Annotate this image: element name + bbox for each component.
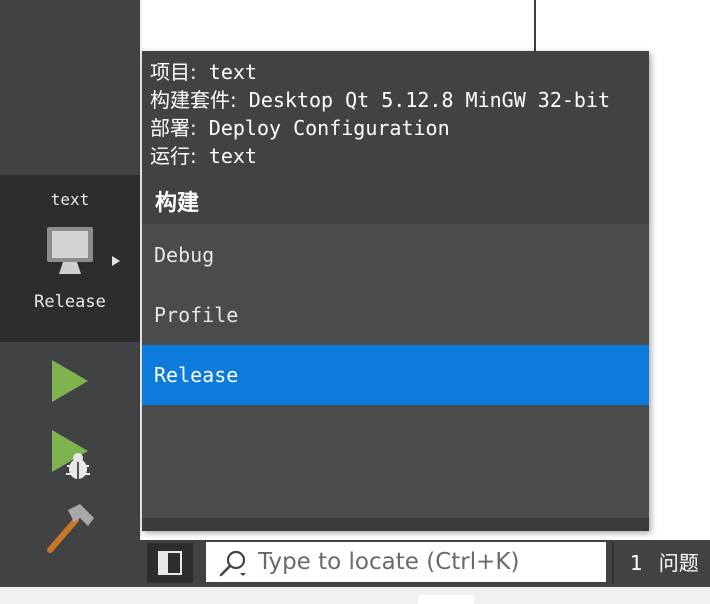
bottom-tab [418,595,474,604]
editor-divider [534,0,536,52]
search-icon [219,550,246,577]
build-section-title: 构建 [155,191,200,216]
target-build-label: Release [34,292,106,312]
build-config-release[interactable]: Release [142,345,649,405]
popup-bottom-bar [142,518,649,531]
build-config-debug[interactable]: Debug [142,225,649,285]
kit-target-selector[interactable]: text Release [0,178,140,342]
bottom-strip [0,587,710,604]
status-separator [612,542,614,584]
project-info-line: 项目: text [150,58,257,86]
kit-value: Desktop Qt 5.12.8 MinGW 32-bit [248,88,611,112]
debug-run-icon [52,430,90,479]
build-config-list: Debug Profile Release [142,225,649,405]
build-button[interactable] [40,500,100,560]
status-bar: 1 问题 [140,540,710,587]
popup-info-panel: 项目: text 构建套件: Desktop Qt 5.12.8 MinGW 3… [142,51,649,224]
arrow-right-icon [112,256,120,266]
project-value: text [208,60,257,84]
deploy-value: Deploy Configuration [208,116,450,140]
deploy-key: 部署: [150,116,197,140]
kit-selector-popup: 项目: text 构建套件: Desktop Qt 5.12.8 MinGW 3… [142,51,649,531]
run-icon [52,360,88,402]
issues-label: 问题 [658,551,699,575]
debug-run-button[interactable] [40,424,100,484]
run-info-line: 运行: text [150,142,257,170]
sidebar-toggle-icon [158,551,182,575]
build-hammer-icon [47,504,94,553]
toggle-sidebar-button[interactable] [147,543,193,583]
kit-key: 构建套件: [150,88,237,112]
issues-count: 1 [630,551,643,575]
run-button[interactable] [40,352,100,412]
monitor-icon [47,227,93,274]
issues-pane-button[interactable]: 1 问题 [630,542,699,584]
project-key: 项目: [150,60,197,84]
run-value: text [208,144,257,168]
build-config-profile[interactable]: Profile [142,285,649,345]
kit-info-line: 构建套件: Desktop Qt 5.12.8 MinGW 32-bit [150,86,610,114]
target-project-label: text [50,190,90,209]
locator-input[interactable] [258,542,598,582]
locator-box[interactable] [206,542,606,582]
run-key: 运行: [150,144,197,168]
deploy-info-line: 部署: Deploy Configuration [150,114,450,142]
mode-sidebar: text Release [0,0,140,587]
